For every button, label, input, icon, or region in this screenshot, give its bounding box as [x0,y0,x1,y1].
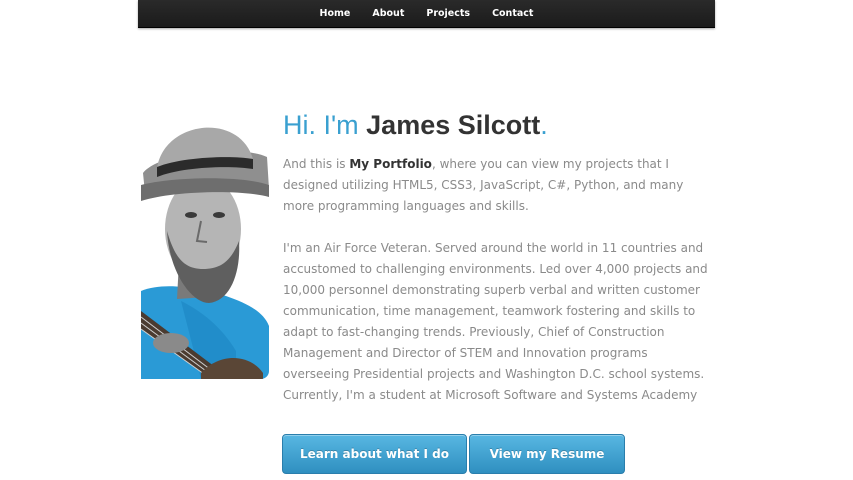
nav-item-home[interactable]: Home [309,0,362,27]
intro-prefix: And this is [283,157,350,171]
owner-name: James Silcott [366,110,541,140]
title-period: . [540,110,548,140]
nav-menu: Home About Projects Contact [138,0,715,27]
intro-highlight: My Portfolio [349,157,432,171]
nav-item-projects[interactable]: Projects [415,0,481,27]
intro-section: Hi. I'm James Silcott. And this is My Po… [283,108,708,406]
greeting-text: Hi. I'm [283,110,367,140]
cta-buttons: Learn about what I do View my Resume [282,434,625,474]
nav-item-contact[interactable]: Contact [481,0,544,27]
intro-paragraph: And this is My Portfolio, where you can … [283,154,708,217]
bio-paragraph: I'm an Air Force Veteran. Served around … [283,241,708,402]
page-title: Hi. I'm James Silcott. [283,108,708,142]
view-resume-button[interactable]: View my Resume [469,434,625,474]
top-navbar: Home About Projects Contact [138,0,715,28]
nav-item-about[interactable]: About [361,0,415,27]
learn-more-button[interactable]: Learn about what I do [282,434,467,474]
profile-photo [141,111,269,379]
